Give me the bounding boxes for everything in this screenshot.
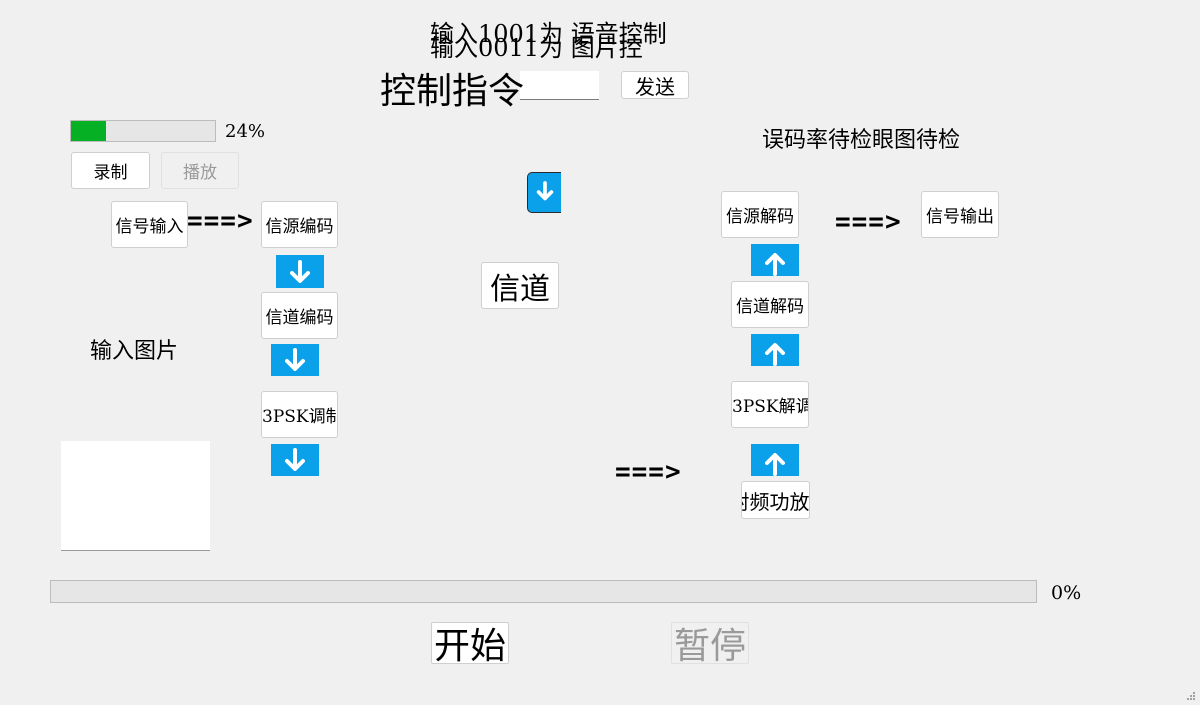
up-arrow-icon xyxy=(751,444,799,476)
down-arrow-icon xyxy=(271,344,319,376)
bpsk-demodulate-button[interactable]: 3PSK解调 xyxy=(731,381,809,428)
source-decode-button[interactable]: 信源解码 xyxy=(721,191,799,238)
up-arrow-icon xyxy=(751,244,799,276)
tx-connector-arrow: ===> xyxy=(187,206,254,236)
source-encode-button[interactable]: 信源编码 xyxy=(261,201,338,248)
up-arrow-icon xyxy=(751,334,799,366)
rf-amp-label: 射频功放 xyxy=(742,489,810,514)
pause-button[interactable]: 暂停 xyxy=(671,622,749,664)
send-button[interactable]: 发送 xyxy=(621,71,689,99)
channel-down-button[interactable] xyxy=(527,172,561,213)
play-button[interactable]: 播放 xyxy=(161,152,239,189)
mode-hint-image: 输入0011为 图片控 xyxy=(430,34,643,62)
record-progress-text: 24% xyxy=(225,121,266,142)
channel-encode-button[interactable]: 信道编码 xyxy=(261,292,338,339)
signal-output-button[interactable]: 信号输出 xyxy=(921,191,999,238)
record-progress-fill xyxy=(71,121,106,141)
down-arrow-icon xyxy=(271,444,319,476)
channel-decode-button[interactable]: 信道解码 xyxy=(731,281,809,328)
rf-amp-button[interactable]: 射频功放 xyxy=(741,481,810,519)
record-button[interactable]: 录制 xyxy=(71,152,150,189)
rx-connector-arrow: ===> xyxy=(835,207,902,237)
channel-to-rx-connector: ===> xyxy=(615,457,682,487)
command-label: 控制指令 xyxy=(380,71,525,112)
bpsk-modulate-button[interactable]: 3PSK调制 xyxy=(261,391,338,438)
resize-grip-icon[interactable] xyxy=(1186,686,1196,700)
command-input[interactable] xyxy=(520,71,599,100)
down-arrow-icon xyxy=(536,180,553,200)
signal-input-button[interactable]: 信号输入 xyxy=(111,201,188,248)
ber-eye-diagram-label: 误码率待检眼图待检 xyxy=(762,128,961,153)
image-preview[interactable] xyxy=(61,441,210,551)
main-progress-text: 0% xyxy=(1051,582,1082,604)
down-arrow-icon xyxy=(276,255,324,288)
channel-button[interactable]: 信道 xyxy=(481,262,559,309)
image-input-label: 输入图片 xyxy=(90,339,179,364)
start-button[interactable]: 开始 xyxy=(431,622,509,664)
record-progress-bar xyxy=(70,120,216,142)
main-progress-bar xyxy=(50,580,1037,603)
